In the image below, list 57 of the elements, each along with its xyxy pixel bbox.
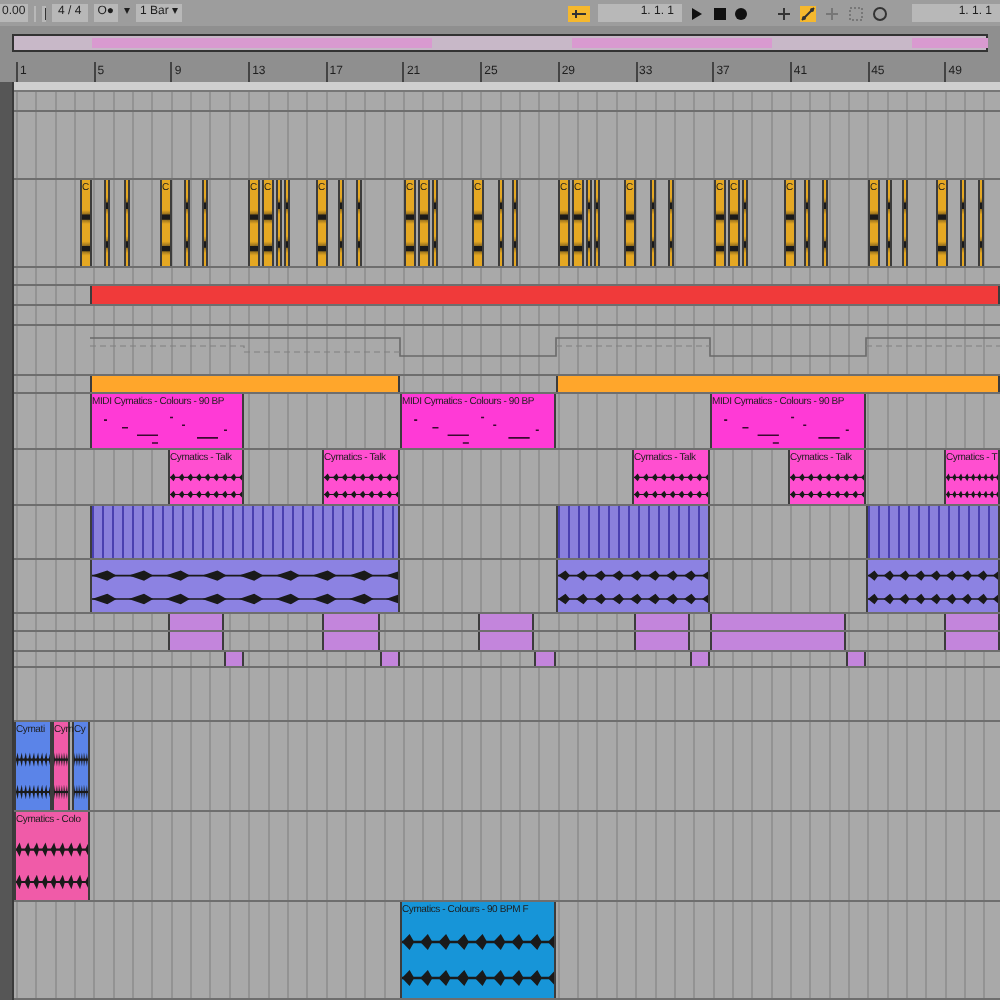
hit-clip[interactable] [866,506,1000,558]
clip[interactable] [594,180,600,266]
loop-strip[interactable] [14,82,1000,92]
clip[interactable] [322,632,380,650]
clip[interactable] [478,632,534,650]
clip[interactable] [284,180,290,266]
clip[interactable] [634,614,690,630]
clip[interactable] [710,614,846,630]
clip[interactable] [902,180,908,266]
clip[interactable] [90,286,1000,304]
clip[interactable] [356,180,362,266]
clip[interactable] [104,180,110,266]
clip[interactable] [478,614,534,630]
arrangement-icon[interactable] [568,5,590,21]
clip[interactable] [124,180,130,266]
clip[interactable] [202,180,208,266]
clip[interactable] [90,376,400,392]
clip[interactable] [534,652,556,666]
overview-strip[interactable] [12,34,988,52]
circle-icon[interactable] [872,5,888,21]
clip[interactable] [512,180,518,266]
clip[interactable] [742,180,748,266]
clip[interactable] [960,180,966,266]
clip[interactable] [690,652,710,666]
clip[interactable] [586,180,592,266]
clip[interactable] [650,180,656,266]
automation-arm-icon[interactable] [800,5,816,21]
clip[interactable] [168,632,224,650]
hit-clip[interactable] [556,506,710,558]
clip[interactable] [804,180,810,266]
clip[interactable] [338,180,344,266]
clip[interactable] [886,180,892,266]
clip[interactable] [846,652,866,666]
hit-clip[interactable] [90,506,400,558]
stop-icon[interactable] [712,5,726,21]
clip[interactable] [432,180,438,266]
dotted-square-icon[interactable] [848,5,864,21]
plus-icon[interactable] [776,5,792,21]
clip[interactable] [668,180,674,266]
play-icon[interactable] [690,5,704,21]
clip[interactable] [498,180,504,266]
clip[interactable] [866,560,1000,612]
record-icon[interactable] [734,5,748,21]
clip[interactable] [322,614,380,630]
clip[interactable] [822,180,828,266]
clip[interactable] [634,632,690,650]
grid-icon[interactable] [42,5,46,21]
clip[interactable] [380,652,400,666]
clip[interactable] [184,180,190,266]
clip[interactable] [944,614,1000,630]
clip[interactable] [944,632,1000,650]
clip[interactable] [276,180,282,266]
clip[interactable] [556,376,1000,392]
clip[interactable] [710,632,846,650]
clip[interactable] [978,180,984,266]
clip[interactable] [224,652,244,666]
clip[interactable] [168,614,224,630]
